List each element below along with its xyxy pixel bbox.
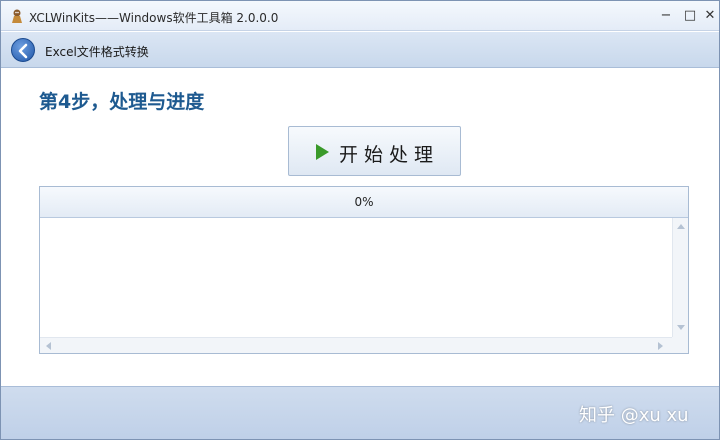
progress-percent-label: 0% [354,195,374,209]
scrollbar-corner [672,337,688,353]
vertical-scrollbar[interactable] [672,218,688,337]
scroll-left-arrow-icon[interactable] [46,342,51,350]
app-logo-icon [9,8,25,24]
title-bar[interactable]: XCLWinKits——Windows软件工具箱 2.0.0.0 − □ ✕ [1,1,719,31]
play-icon [316,144,329,160]
watermark-text: 知乎 @xu xu [579,405,689,426]
app-window: XCLWinKits——Windows软件工具箱 2.0.0.0 − □ ✕ E… [0,0,720,440]
scroll-up-arrow-icon[interactable] [677,224,685,229]
progress-log-panel: 0% [39,186,689,354]
footer-bar: 知乎 @xu xu [1,386,719,439]
progress-bar: 0% [40,187,688,218]
start-processing-button[interactable]: 开始处理 [288,126,461,176]
horizontal-scrollbar[interactable] [40,337,672,353]
start-processing-label: 开始处理 [339,144,440,166]
minimize-button[interactable]: − [657,7,675,25]
back-button[interactable] [11,38,35,62]
close-button[interactable]: ✕ [701,7,719,25]
maximize-button[interactable]: □ [681,7,699,25]
log-output-area[interactable] [40,218,672,337]
scroll-down-arrow-icon[interactable] [677,325,685,330]
page-title: Excel文件格式转换 [45,45,149,59]
back-arrow-icon [18,43,28,59]
navigation-bar: Excel文件格式转换 [1,32,719,68]
window-title: XCLWinKits——Windows软件工具箱 2.0.0.0 [29,11,279,25]
step-heading: 第4步，处理与进度 [39,91,205,113]
scroll-right-arrow-icon[interactable] [658,342,663,350]
